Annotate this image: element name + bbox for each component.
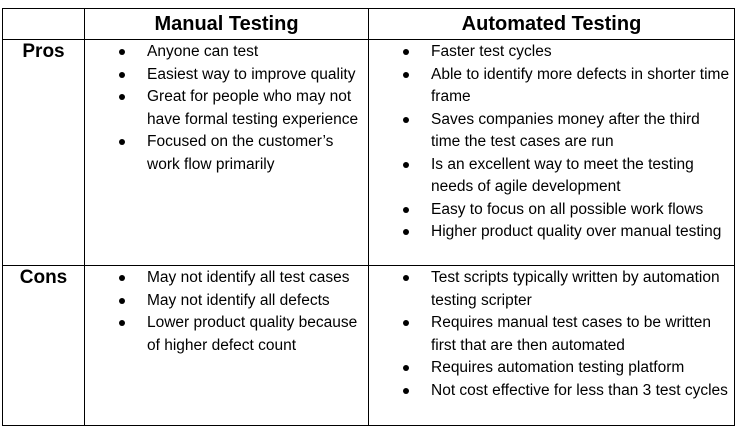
list-item: Anyone can test <box>85 41 364 64</box>
header-row: Manual Testing Automated Testing <box>2 8 735 40</box>
list-item: Faster test cycles <box>369 41 730 64</box>
manual-cons-list: May not identify all test cases May not … <box>85 267 368 357</box>
manual-cons-cell: May not identify all test cases May not … <box>84 265 369 426</box>
list-item: Focused on the customer’s work flow prim… <box>85 131 364 176</box>
list-item: Test scripts typically written by automa… <box>369 267 730 312</box>
list-item: Is an excellent way to meet the testing … <box>369 154 730 199</box>
list-item: Requires automation testing platform <box>369 357 730 380</box>
list-item: May not identify all test cases <box>85 267 364 290</box>
pros-label: Pros <box>2 39 85 266</box>
automated-pros-cell: Faster test cycles Able to identify more… <box>368 39 735 266</box>
automated-cons-list: Test scripts typically written by automa… <box>369 267 734 402</box>
manual-pros-list: Anyone can test Easiest way to improve q… <box>85 41 368 176</box>
automated-testing-header: Automated Testing <box>368 8 735 40</box>
list-item: Easiest way to improve quality <box>85 64 364 87</box>
list-item: Lower product quality because of higher … <box>85 312 364 357</box>
list-item: Requires manual test cases to be written… <box>369 312 730 357</box>
list-item: May not identify all defects <box>85 290 364 313</box>
automated-pros-list: Faster test cycles Able to identify more… <box>369 41 734 244</box>
pros-row: Pros Anyone can test Easiest way to impr… <box>2 39 735 266</box>
cons-label: Cons <box>2 265 85 426</box>
manual-testing-header: Manual Testing <box>84 8 369 40</box>
list-item: Higher product quality over manual testi… <box>369 221 730 244</box>
automated-cons-cell: Test scripts typically written by automa… <box>368 265 735 426</box>
list-item: Saves companies money after the third ti… <box>369 109 730 154</box>
list-item: Great for people who may not have formal… <box>85 86 364 131</box>
corner-cell <box>2 8 85 40</box>
list-item: Able to identify more defects in shorter… <box>369 64 730 109</box>
list-item: Easy to focus on all possible work flows <box>369 199 730 222</box>
manual-pros-cell: Anyone can test Easiest way to improve q… <box>84 39 369 266</box>
comparison-table: Manual Testing Automated Testing Pros An… <box>2 8 735 426</box>
cons-row: Cons May not identify all test cases May… <box>2 265 735 426</box>
list-item: Not cost effective for less than 3 test … <box>369 380 730 403</box>
